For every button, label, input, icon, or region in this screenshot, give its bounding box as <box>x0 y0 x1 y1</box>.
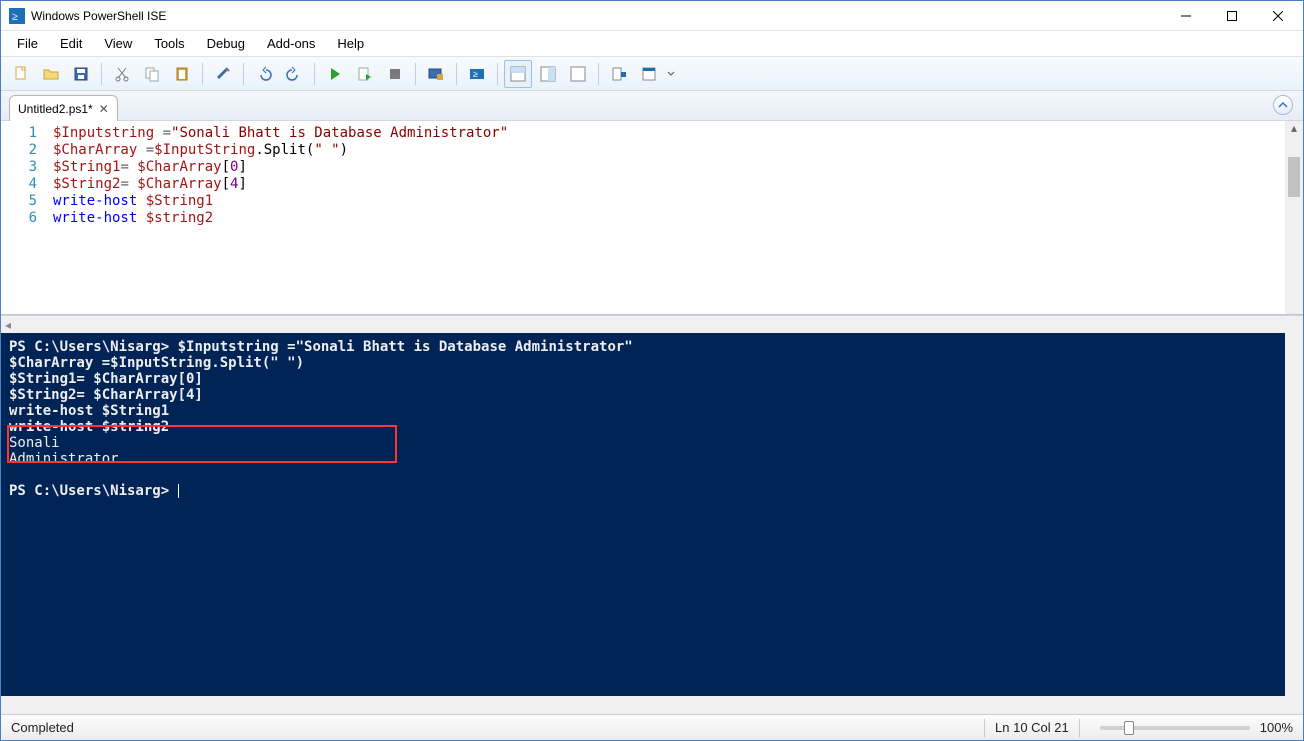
undo-icon[interactable] <box>250 60 278 88</box>
statusbar: Completed Ln 10 Col 21 100% <box>1 714 1303 740</box>
menu-tools[interactable]: Tools <box>144 32 194 55</box>
line-number-gutter: 1 2 3 4 5 6 <box>1 121 43 314</box>
editor-area: 1 2 3 4 5 6 $Inputstring ="Sonali Bhatt … <box>1 121 1303 315</box>
console-pane: PS C:\Users\Nisarg> $Inputstring ="Sonal… <box>1 333 1303 714</box>
toolbar-overflow-icon[interactable] <box>665 60 677 88</box>
menu-view[interactable]: View <box>94 32 142 55</box>
menu-help[interactable]: Help <box>327 32 374 55</box>
cut-icon[interactable] <box>108 60 136 88</box>
stop-icon[interactable] <box>381 60 409 88</box>
app-icon: ≥ <box>9 8 25 24</box>
show-script-pane-max-icon[interactable] <box>564 60 592 88</box>
svg-text:≥: ≥ <box>12 11 18 23</box>
console-output[interactable]: PS C:\Users\Nisarg> $Inputstring ="Sonal… <box>1 333 1303 696</box>
close-button[interactable] <box>1255 1 1301 31</box>
tabs-bar: Untitled2.ps1* ✕ <box>1 91 1303 121</box>
cursor-position: Ln 10 Col 21 <box>995 720 1069 735</box>
show-script-pane-top-icon[interactable] <box>504 60 532 88</box>
zoom-slider[interactable] <box>1100 726 1250 730</box>
run-selection-icon[interactable] <box>351 60 379 88</box>
menu-debug[interactable]: Debug <box>197 32 255 55</box>
remote-icon[interactable] <box>422 60 450 88</box>
menu-edit[interactable]: Edit <box>50 32 92 55</box>
editor-tab[interactable]: Untitled2.ps1* ✕ <box>9 95 118 121</box>
maximize-button[interactable] <box>1209 1 1255 31</box>
minimize-button[interactable] <box>1163 1 1209 31</box>
console-vertical-scrollbar[interactable] <box>1285 333 1303 696</box>
toolbar: ≥ <box>1 57 1303 91</box>
window-title: Windows PowerShell ISE <box>31 9 166 23</box>
console-horizontal-scrollbar[interactable] <box>1 696 1303 714</box>
clear-console-icon[interactable] <box>209 60 237 88</box>
redo-icon[interactable] <box>280 60 308 88</box>
new-file-icon[interactable] <box>7 60 35 88</box>
editor-vertical-scrollbar[interactable]: ▴ <box>1285 121 1303 314</box>
svg-text:≥: ≥ <box>473 69 478 79</box>
menu-file[interactable]: File <box>7 32 48 55</box>
editor-horizontal-scrollbar[interactable]: ◂ <box>1 315 1303 333</box>
code-editor[interactable]: $Inputstring ="Sonali Bhatt is Database … <box>43 121 1285 314</box>
titlebar: ≥ Windows PowerShell ISE <box>1 1 1303 31</box>
show-script-pane-right-icon[interactable] <box>534 60 562 88</box>
zoom-level: 100% <box>1260 720 1293 735</box>
show-command-window-icon[interactable] <box>635 60 663 88</box>
paste-icon[interactable] <box>168 60 196 88</box>
menu-addons[interactable]: Add-ons <box>257 32 325 55</box>
collapse-script-pane-button[interactable] <box>1273 95 1293 115</box>
copy-icon[interactable] <box>138 60 166 88</box>
show-command-addon-icon[interactable] <box>605 60 633 88</box>
tab-close-icon[interactable]: ✕ <box>99 102 109 116</box>
tab-label: Untitled2.ps1* <box>18 102 93 116</box>
run-icon[interactable] <box>321 60 349 88</box>
menubar: File Edit View Tools Debug Add-ons Help <box>1 31 1303 57</box>
status-text: Completed <box>11 720 74 735</box>
save-icon[interactable] <box>67 60 95 88</box>
powershell-tab-icon[interactable]: ≥ <box>463 60 491 88</box>
open-folder-icon[interactable] <box>37 60 65 88</box>
